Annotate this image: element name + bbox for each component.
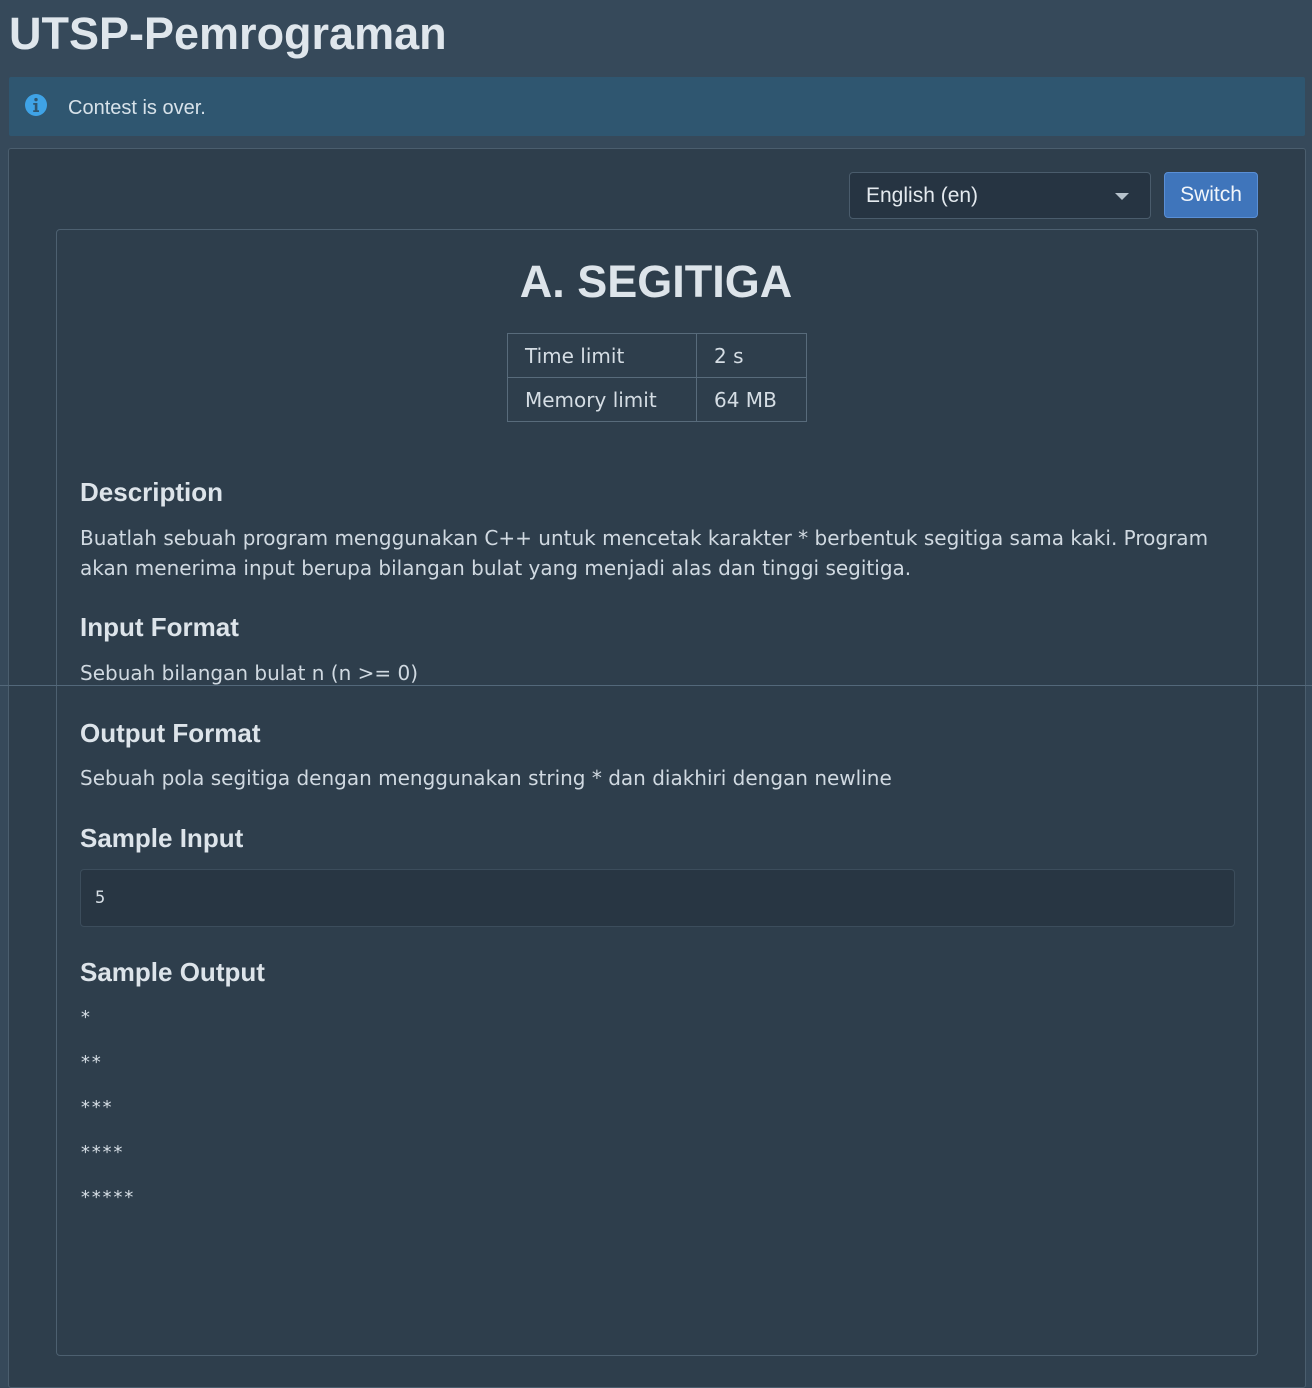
language-select-value: English (en) (866, 184, 979, 207)
info-icon (25, 94, 47, 116)
page-title: UTSP-Pemrograman (9, 8, 447, 59)
sample-output-line: ** (80, 1052, 102, 1073)
sample-input-box: 5 (80, 869, 1235, 927)
sample-input-heading: Sample Input (80, 823, 244, 853)
switch-language-button[interactable]: Switch (1164, 172, 1258, 218)
output-format-text: Sebuah pola segitiga dengan menggunakan … (80, 766, 892, 790)
output-format-heading: Output Format (80, 718, 261, 748)
description-text: Buatlah sebuah program menggunakan C++ u… (80, 526, 1209, 580)
limits-table: Time limit 2 s Memory limit 64 MB (507, 333, 807, 422)
table-row: Memory limit 64 MB (507, 377, 807, 422)
sample-output-line: *** (80, 1097, 113, 1118)
sample-output-line: * (80, 1007, 91, 1028)
memory-limit-value: 64 MB (696, 377, 807, 422)
memory-limit-label: Memory limit (507, 377, 697, 422)
input-format-heading: Input Format (80, 612, 239, 642)
divider (0, 685, 1312, 686)
sample-output-heading: Sample Output (80, 957, 265, 987)
time-limit-label: Time limit (507, 333, 697, 378)
chevron-down-icon (1115, 193, 1129, 200)
input-format-text: Sebuah bilangan bulat n (n >= 0) (80, 661, 419, 685)
alert-message: Contest is over. (68, 97, 206, 119)
sample-output-line: ***** (80, 1187, 135, 1208)
table-row: Time limit 2 s (507, 333, 807, 378)
sample-output-line: **** (80, 1142, 124, 1163)
sample-input-value: 5 (95, 888, 106, 908)
problem-title: A. SEGITIGA (519, 256, 793, 307)
language-select[interactable]: English (en) (849, 172, 1151, 219)
contest-status-alert: Contest is over. (9, 77, 1305, 136)
time-limit-value: 2 s (696, 333, 807, 378)
description-heading: Description (80, 477, 224, 507)
